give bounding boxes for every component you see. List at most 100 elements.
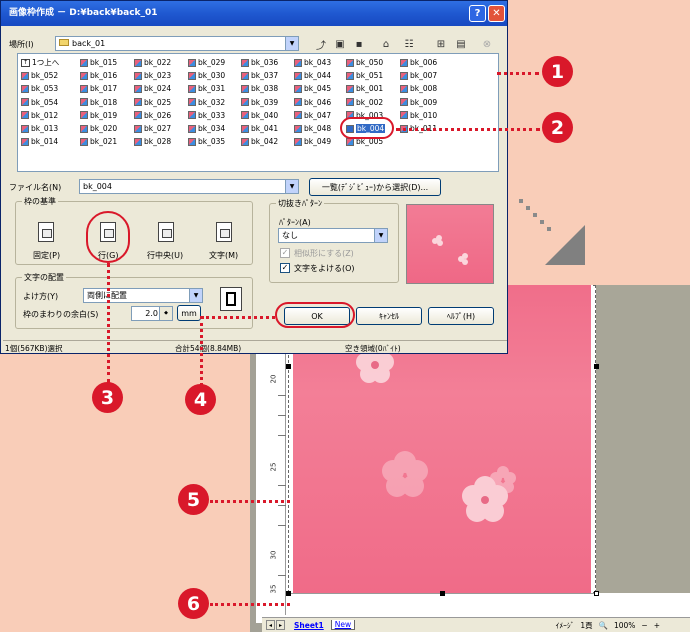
- tab-new[interactable]: New: [330, 620, 356, 630]
- callout-leader: [107, 263, 110, 383]
- list-item[interactable]: bk_021: [80, 135, 117, 148]
- list-item[interactable]: bk_006: [400, 56, 437, 69]
- list-item[interactable]: bk_040: [241, 109, 278, 122]
- list-item[interactable]: bk_039: [241, 96, 278, 109]
- list-item[interactable]: bk_030: [188, 69, 225, 82]
- page-line-center-icon: [158, 222, 174, 242]
- resize-handle[interactable]: [594, 364, 599, 369]
- list-item[interactable]: bk_043: [294, 56, 331, 69]
- option-fixed-button[interactable]: [31, 219, 61, 245]
- chevron-down-icon[interactable]: ▼: [189, 289, 202, 302]
- list-item[interactable]: ↑ 1つ上へ: [21, 56, 59, 69]
- resize-handle[interactable]: [286, 364, 291, 369]
- list-item[interactable]: bk_048: [294, 122, 331, 135]
- save-icon[interactable]: ▪: [351, 37, 367, 51]
- list-item[interactable]: bk_002: [346, 96, 385, 109]
- list-item[interactable]: bk_007: [400, 69, 437, 82]
- list-item[interactable]: bk_041: [241, 122, 278, 135]
- list-item[interactable]: bk_009: [400, 96, 437, 109]
- list-item[interactable]: bk_018: [80, 96, 117, 109]
- pattern-select[interactable]: なし ▼: [278, 228, 388, 243]
- resize-handle[interactable]: [594, 591, 599, 596]
- list-item[interactable]: bk_001: [346, 82, 385, 95]
- image-mode-status[interactable]: ｲﾒｰｼﾞ: [556, 620, 575, 631]
- zoom-level[interactable]: 100%: [614, 621, 635, 630]
- align-select[interactable]: 両側に配置 ▼: [83, 288, 203, 303]
- list-item[interactable]: bk_012: [21, 109, 59, 122]
- list-item[interactable]: bk_047: [294, 109, 331, 122]
- list-item[interactable]: bk_054: [21, 96, 59, 109]
- list-item[interactable]: bk_045: [294, 82, 331, 95]
- details-icon[interactable]: ▤: [453, 37, 469, 51]
- list-item[interactable]: bk_049: [294, 135, 331, 148]
- wrap-text-checkbox[interactable]: ✓: [280, 263, 290, 273]
- cancel-button[interactable]: ｷｬﾝｾﾙ: [356, 307, 422, 325]
- callout-leader: [210, 603, 290, 606]
- list-item[interactable]: bk_034: [188, 122, 225, 135]
- chevron-down-icon[interactable]: ▼: [285, 37, 298, 50]
- resize-handle[interactable]: [286, 591, 291, 596]
- next-sheet-button[interactable]: ▸: [276, 620, 285, 630]
- list-item[interactable]: bk_035: [188, 135, 225, 148]
- help-button[interactable]: ﾍﾙﾌﾟ(H): [428, 307, 494, 325]
- list-item[interactable]: bk_051: [346, 69, 385, 82]
- list-item[interactable]: bk_031: [188, 82, 225, 95]
- list-item[interactable]: bk_044: [294, 69, 331, 82]
- list-item[interactable]: bk_029: [188, 56, 225, 69]
- list-item[interactable]: bk_032: [188, 96, 225, 109]
- list-item[interactable]: bk_024: [134, 82, 171, 95]
- close-icon[interactable]: ✕: [488, 5, 505, 22]
- up-folder-icon[interactable]: ⤴: [313, 37, 329, 52]
- tab-sheet1[interactable]: Sheet1: [291, 621, 327, 630]
- desktop-icon[interactable]: ▣: [332, 37, 348, 51]
- location-combo[interactable]: back_01 ▼: [55, 36, 299, 51]
- list-select-button[interactable]: 一覧(ﾃﾞｼﾞﾋﾞｭｰ)から選択(D)...: [309, 178, 441, 196]
- image-file-icon: [134, 84, 142, 93]
- zoom-in-button[interactable]: +: [654, 621, 660, 630]
- list-item[interactable]: bk_019: [80, 109, 117, 122]
- spinner-icon[interactable]: ◆: [159, 307, 172, 320]
- list-item[interactable]: bk_028: [134, 135, 171, 148]
- option-char-button[interactable]: [209, 219, 239, 245]
- list-item[interactable]: bk_050: [346, 56, 385, 69]
- list-item[interactable]: bk_008: [400, 82, 437, 95]
- list-item[interactable]: bk_036: [241, 56, 278, 69]
- list-item[interactable]: bk_020: [80, 122, 117, 135]
- tree-view-icon[interactable]: ⊞: [433, 37, 449, 51]
- chevron-down-icon[interactable]: ▼: [285, 180, 298, 193]
- list-item[interactable]: bk_013: [21, 122, 59, 135]
- resize-handle[interactable]: [440, 591, 445, 596]
- image-file-icon: [21, 137, 29, 146]
- list-item[interactable]: bk_022: [134, 56, 171, 69]
- list-item[interactable]: bk_027: [134, 122, 171, 135]
- dialog-titlebar[interactable]: 画像枠作成 － D:¥back¥back_01: [1, 1, 507, 26]
- delete-icon[interactable]: ⊗: [479, 37, 495, 51]
- new-folder-icon[interactable]: ⌂: [378, 37, 394, 51]
- chevron-down-icon[interactable]: ▼: [374, 229, 387, 242]
- list-item[interactable]: bk_014: [21, 135, 59, 148]
- list-item[interactable]: bk_053: [21, 82, 59, 95]
- option-line-center-button[interactable]: [151, 219, 181, 245]
- help-icon[interactable]: ?: [469, 5, 486, 22]
- list-item[interactable]: bk_026: [134, 109, 171, 122]
- list-item[interactable]: bk_017: [80, 82, 117, 95]
- file-list[interactable]: ↑ 1つ上へ bk_052 bk_053 bk_054 bk_012 bk_013…: [17, 53, 499, 172]
- first-sheet-button[interactable]: ◂: [266, 620, 275, 630]
- list-item[interactable]: bk_046: [294, 96, 331, 109]
- list-item[interactable]: bk_052: [21, 69, 59, 82]
- list-item[interactable]: bk_042: [241, 135, 278, 148]
- list-item[interactable]: bk_023: [134, 69, 171, 82]
- list-item[interactable]: bk_038: [241, 82, 278, 95]
- list-item[interactable]: bk_015: [80, 56, 117, 69]
- view-menu-icon[interactable]: ☷: [401, 37, 417, 51]
- list-item[interactable]: bk_025: [134, 96, 171, 109]
- list-item[interactable]: bk_033: [188, 109, 225, 122]
- margin-input[interactable]: 2.0 ◆: [131, 306, 173, 321]
- unit-button[interactable]: mm: [177, 305, 201, 321]
- list-item[interactable]: bk_016: [80, 69, 117, 82]
- filename-input[interactable]: bk_004 ▼: [79, 179, 299, 194]
- similar-checkbox[interactable]: ✓: [280, 248, 290, 258]
- list-item[interactable]: bk_010: [400, 109, 437, 122]
- list-item[interactable]: bk_037: [241, 69, 278, 82]
- zoom-out-button[interactable]: −: [641, 621, 647, 630]
